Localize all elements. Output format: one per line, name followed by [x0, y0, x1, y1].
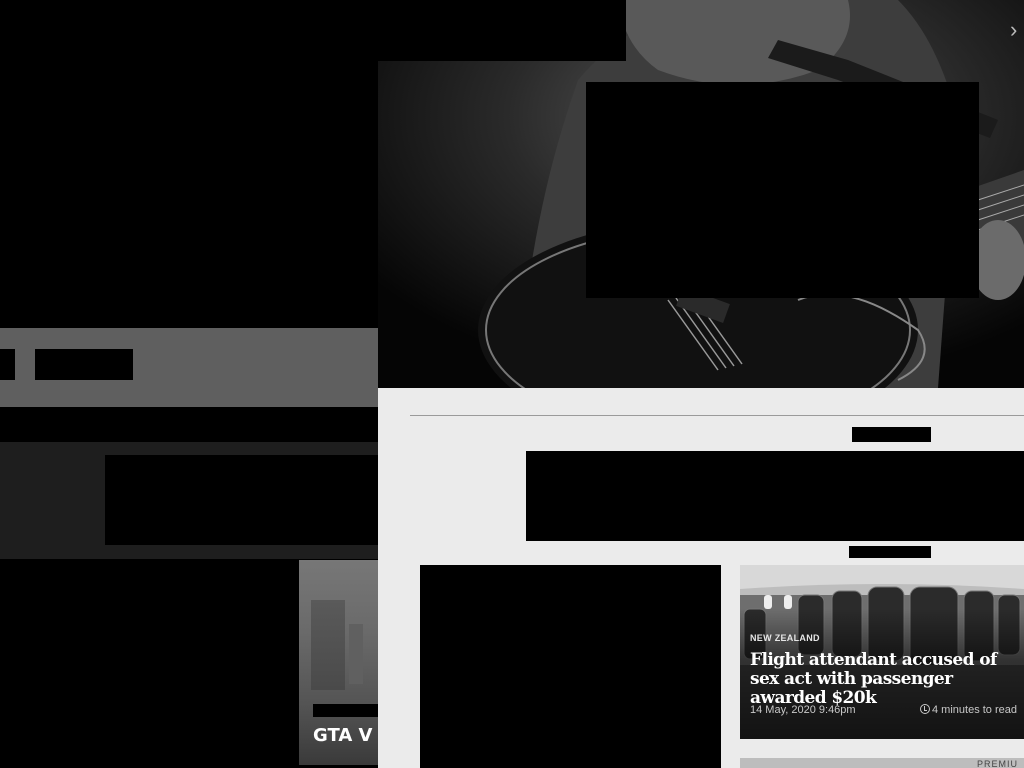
redacted-block: [378, 0, 626, 61]
news-article-card[interactable]: NEW ZEALAND Flight attendant accused of …: [740, 565, 1024, 739]
ad-placeholder: [105, 455, 378, 545]
premium-badge: PREMIU: [976, 759, 1018, 768]
section-divider: [410, 415, 1024, 416]
article-date: 14 May, 2020 9:46pm: [750, 704, 856, 716]
article-category[interactable]: NEW ZEALAND: [750, 633, 820, 643]
redacted-block: [0, 349, 15, 380]
left-ad-strip: [0, 442, 378, 559]
read-time-label: 4 minutes to read: [932, 704, 1017, 716]
redacted-category: [313, 704, 378, 717]
clock-icon: [920, 704, 930, 714]
left-header-bar: [0, 328, 378, 407]
redacted-logo: [35, 349, 133, 380]
redacted-label: [852, 427, 931, 442]
redacted-article-tile[interactable]: [420, 565, 721, 768]
left-card-title[interactable]: GTA V is: [313, 725, 378, 746]
card-image-building: [349, 624, 363, 684]
left-nav-band: [0, 407, 378, 442]
read-time: 4 minutes to read: [920, 704, 1017, 716]
redacted-banner: [526, 451, 1024, 541]
hero-image: ›: [378, 0, 1024, 388]
content-panel: NEW ZEALAND Flight attendant accused of …: [378, 388, 1024, 768]
redacted-hero-title: [586, 82, 979, 298]
carousel-next-icon[interactable]: ›: [1010, 16, 1024, 80]
background-page: GTA V is: [0, 0, 378, 768]
next-article-card[interactable]: PREMIU: [740, 758, 1024, 768]
redacted-label: [849, 546, 931, 558]
card-image-building: [311, 600, 345, 690]
article-headline[interactable]: Flight attendant accused of sex act with…: [750, 651, 1024, 708]
left-article-card[interactable]: GTA V is: [299, 560, 378, 765]
